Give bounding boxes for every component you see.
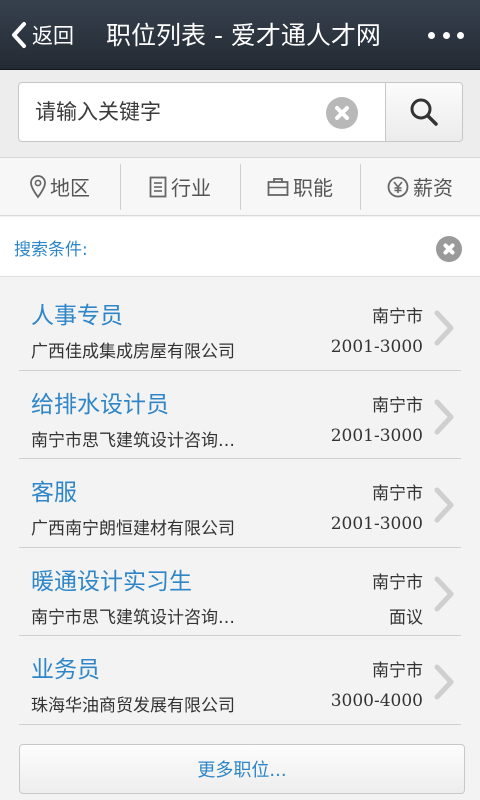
filter-salary[interactable]: 薪资 <box>360 158 480 215</box>
filter-industry[interactable]: 行业 <box>120 158 240 215</box>
chevron-right-icon <box>434 487 454 523</box>
job-city: 南宁市 <box>372 484 423 504</box>
search-icon <box>410 98 438 126</box>
job-city: 南宁市 <box>372 661 423 681</box>
more-dots-icon[interactable] <box>428 22 464 48</box>
close-circle-icon[interactable] <box>436 236 462 262</box>
filter-region[interactable]: 地区 <box>0 158 120 215</box>
filter-label: 行业 <box>171 176 211 200</box>
job-item[interactable]: 业务员 南宁市 珠海华油商贸发展有限公司 3000-4000 <box>19 636 461 725</box>
chevron-right-icon <box>434 576 454 611</box>
job-company: 南宁市思飞建筑设计咨询… <box>31 607 235 628</box>
job-item[interactable]: 暖通设计实习生 南宁市 南宁市思飞建筑设计咨询… 面议 <box>19 548 461 636</box>
chevron-right-icon <box>434 664 454 700</box>
job-salary: 3000-4000 <box>330 691 423 711</box>
page-title: 职位列表 - 爱才通人才网 <box>106 21 381 50</box>
job-city: 南宁市 <box>372 572 423 593</box>
search-button[interactable] <box>385 82 463 142</box>
more-jobs-button[interactable]: 更多职位... <box>19 744 465 794</box>
job-title: 客服 <box>31 480 77 506</box>
filter-label: 薪资 <box>413 176 453 200</box>
job-company: 珠海华油商贸发展有限公司 <box>31 696 235 716</box>
filter-function[interactable]: 职能 <box>240 158 360 215</box>
back-button[interactable]: 返回 <box>10 18 74 52</box>
briefcase-icon <box>267 177 289 196</box>
document-icon <box>149 176 167 197</box>
job-salary: 2001-3000 <box>330 425 423 446</box>
filter-label: 地区 <box>50 176 90 200</box>
job-company: 广西佳成集成房屋有限公司 <box>31 342 235 362</box>
chevron-left-icon <box>12 22 26 48</box>
job-title: 给排水设计员 <box>31 391 169 418</box>
yen-icon <box>387 176 409 197</box>
search-box <box>18 82 386 142</box>
back-label: 返回 <box>32 24 74 48</box>
clear-icon[interactable] <box>326 97 358 129</box>
job-salary: 2001-3000 <box>330 337 423 357</box>
nav-bar: 返回 职位列表 - 爱才通人才网 <box>0 0 480 70</box>
filter-label: 职能 <box>293 176 333 200</box>
job-title: 人事专员 <box>31 303 123 329</box>
job-salary: 面议 <box>389 607 423 628</box>
job-company: 广西南宁朗恒建材有限公司 <box>31 519 235 539</box>
chevron-right-icon <box>434 399 454 434</box>
search-conditions-label: 搜索条件: <box>14 240 88 260</box>
search-area <box>0 70 480 158</box>
location-pin-icon <box>30 174 46 198</box>
filter-bar: 地区 行业 职能 薪资 <box>0 158 480 216</box>
search-conditions-bar: 搜索条件: <box>0 217 480 277</box>
job-city: 南宁市 <box>372 307 423 327</box>
job-item[interactable]: 人事专员 南宁市 广西佳成集成房屋有限公司 2001-3000 <box>19 282 461 371</box>
job-salary: 2001-3000 <box>330 514 423 534</box>
search-input[interactable] <box>35 95 325 129</box>
job-title: 暖通设计实习生 <box>31 568 192 595</box>
job-company: 南宁市思飞建筑设计咨询… <box>31 430 235 451</box>
job-title: 业务员 <box>31 657 100 683</box>
chevron-right-icon <box>434 310 454 346</box>
job-city: 南宁市 <box>372 395 423 416</box>
job-item[interactable]: 客服 南宁市 广西南宁朗恒建材有限公司 2001-3000 <box>19 459 461 548</box>
job-list: 人事专员 南宁市 广西佳成集成房屋有限公司 2001-3000 给排水设计员 南… <box>0 282 480 725</box>
job-item[interactable]: 给排水设计员 南宁市 南宁市思飞建筑设计咨询… 2001-3000 <box>19 371 461 459</box>
